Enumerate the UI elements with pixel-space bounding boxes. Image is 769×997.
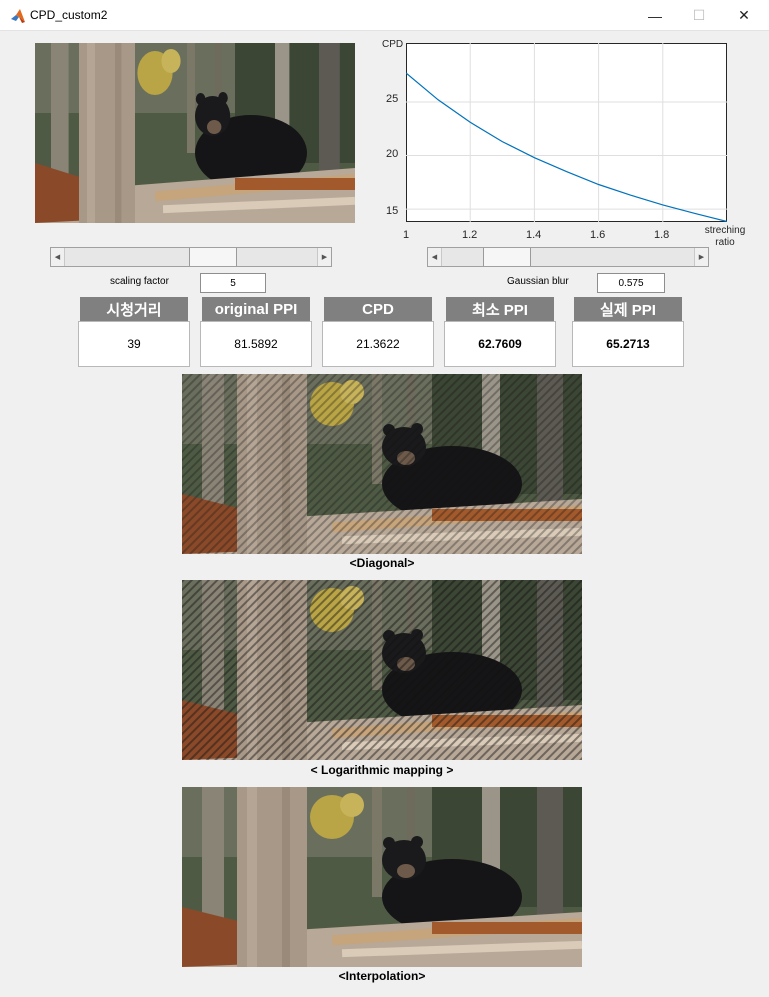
blur-slider-thumb[interactable] [483,248,532,266]
scaling-slider-thumb[interactable] [188,248,237,266]
gaussian-blur-input[interactable]: 0.575 [597,273,665,293]
matlab-icon [11,9,25,23]
gaussian-blur-label: Gaussian blur [507,276,569,287]
xtick-1: 1 [403,229,410,241]
diagonal-image [182,374,582,554]
cpd-series-line [406,72,727,222]
scaling-factor-input[interactable]: 5 [200,273,266,293]
xtick-1-2: 1.2 [462,229,478,241]
actual-ppi-value: 65.2713 [572,321,684,367]
xtick-1-8: 1.8 [654,229,670,241]
actual-ppi-title: 실제 PPI [574,297,682,321]
scaling-factor-label: scaling factor [110,276,169,287]
slider-right-arrow-icon[interactable]: ▶ [317,248,331,266]
slider-right-arrow-icon[interactable]: ▶ [694,248,708,266]
window-title: CPD_custom2 [30,8,108,22]
diagonal-caption: <Diagonal> [349,556,415,570]
logarithmic-caption: < Logarithmic mapping > [310,763,454,777]
interpolation-image [182,787,582,967]
maximize-button[interactable]: ☐ [676,0,722,31]
interpolation-caption: <Interpolation> [338,969,426,983]
slider-left-arrow-icon[interactable]: ◀ [51,248,65,266]
original-ppi-value: 81.5892 [200,321,312,367]
viewing-distance-title: 시청거리 [80,297,188,321]
original-ppi-title: original PPI [202,297,310,321]
cpd-plot [406,43,727,222]
min-ppi-title: 최소 PPI [446,297,554,321]
plot-xlabel: streching ratio [704,225,746,248]
ytick-20: 20 [386,148,399,160]
viewing-distance-value: 39 [78,321,190,367]
ytick-25: 25 [386,93,399,105]
ytick-15: 15 [386,205,399,217]
cpd-value: 21.3622 [322,321,434,367]
close-button[interactable]: ✕ [721,0,767,31]
xtick-1-4: 1.4 [526,229,542,241]
logarithmic-image [182,580,582,760]
scaling-slider[interactable]: ◀ ▶ [50,247,332,267]
cpd-title: CPD [324,297,432,321]
xtick-1-6: 1.6 [590,229,606,241]
gaussian-blur-slider[interactable]: ◀ ▶ [427,247,709,267]
plot-ylabel: CPD [382,39,404,50]
min-ppi-value: 62.7609 [444,321,556,367]
original-image [35,43,355,223]
minimize-button[interactable]: — [632,0,678,31]
slider-left-arrow-icon[interactable]: ◀ [428,248,442,266]
